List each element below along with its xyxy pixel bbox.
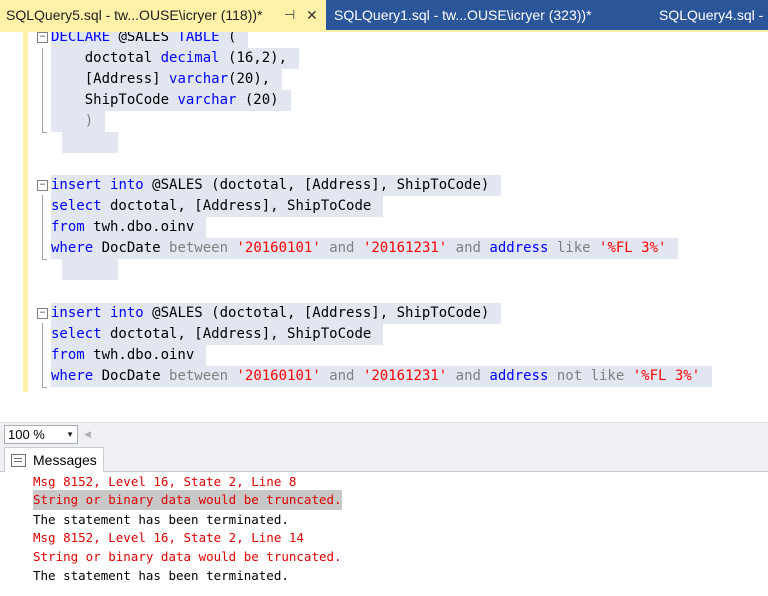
tab-label: SQLQuery5.sql - tw...OUSE\icryer (118))* xyxy=(6,7,263,23)
zoom-dropdown[interactable]: 100 % ▼ xyxy=(4,425,78,444)
fold-guide xyxy=(42,323,43,387)
code-line-11: where DocDate between '20160101' and '20… xyxy=(0,238,679,259)
messages-pane[interactable]: Msg 8152, Level 16, State 2, Line 8 Stri… xyxy=(0,472,768,596)
query-editor[interactable]: − DECLARE @SALES TABLE ( doctotal decima… xyxy=(0,32,768,422)
code-line-15: select doctotal, [Address], ShipToCode xyxy=(0,324,384,345)
code-line-1: − DECLARE @SALES TABLE ( xyxy=(0,32,249,48)
messages-icon xyxy=(11,454,26,467)
close-icon[interactable]: ✕ xyxy=(306,0,318,30)
code-line-9: select doctotal, [Address], ShipToCode xyxy=(0,196,384,217)
tab-messages[interactable]: Messages xyxy=(4,447,104,472)
code-text-blank xyxy=(62,132,118,153)
tab-label: Messages xyxy=(33,452,97,468)
code-text: insert into @SALES (doctotal, [Address],… xyxy=(51,303,502,324)
tab-sqlquery5[interactable]: SQLQuery5.sql - tw...OUSE\icryer (118))*… xyxy=(0,0,326,30)
code-line-3: [Address] varchar(20), xyxy=(0,69,283,90)
collapse-toggle-icon[interactable]: − xyxy=(37,308,48,319)
fold-guide-end xyxy=(42,259,47,260)
document-tab-strip: SQLQuery5.sql - tw...OUSE\icryer (118))*… xyxy=(0,0,768,30)
code-text: select doctotal, [Address], ShipToCode xyxy=(51,196,384,217)
editor-status-bar: 100 % ▼ ◀ xyxy=(0,422,768,445)
pin-icon[interactable]: ⊣ xyxy=(284,0,295,30)
code-line-4: ShipToCode varchar (20) xyxy=(0,90,291,111)
message-line: The statement has been terminated. xyxy=(33,512,289,527)
code-line-17: where DocDate between '20160101' and '20… xyxy=(0,366,713,387)
code-text-blank xyxy=(62,259,118,280)
message-line: The statement has been terminated. xyxy=(33,568,289,583)
code-line-5: ) xyxy=(0,111,106,132)
tab-label: SQLQuery1.sql - tw...OUSE\icryer (323))* xyxy=(334,7,592,23)
tab-label: SQLQuery4.sql - xyxy=(659,7,764,23)
fold-guide xyxy=(42,48,43,132)
code-text: where DocDate between '20160101' and '20… xyxy=(51,366,713,387)
message-line: Msg 8152, Level 16, State 2, Line 8 xyxy=(33,474,297,489)
code-text: doctotal decimal (16,2), xyxy=(51,48,300,69)
code-line-6 xyxy=(0,132,118,153)
code-line-14: − insert into @SALES (doctotal, [Address… xyxy=(0,303,502,324)
code-text: ShipToCode varchar (20) xyxy=(51,90,291,111)
results-tab-strip: Messages xyxy=(0,445,768,472)
code-line-10: from twh.dbo.oinv xyxy=(0,217,207,238)
code-text: DECLARE @SALES TABLE ( xyxy=(51,32,249,48)
collapse-toggle-icon[interactable]: − xyxy=(37,32,48,43)
code-line-12 xyxy=(0,259,118,280)
code-text: insert into @SALES (doctotal, [Address],… xyxy=(51,175,502,196)
code-text: where DocDate between '20160101' and '20… xyxy=(51,238,679,259)
collapse-toggle-icon[interactable]: − xyxy=(37,180,48,191)
code-line-8: − insert into @SALES (doctotal, [Address… xyxy=(0,175,502,196)
fold-guide-end xyxy=(42,132,47,133)
code-text: ) xyxy=(51,111,106,132)
chevron-down-icon[interactable]: ▼ xyxy=(66,426,74,443)
message-line-selected: String or binary data would be truncated… xyxy=(33,490,342,510)
tab-sqlquery4[interactable]: SQLQuery4.sql - xyxy=(659,0,763,30)
code-text: select doctotal, [Address], ShipToCode xyxy=(51,324,384,345)
scroll-left-icon[interactable]: ◀ xyxy=(84,427,94,441)
fold-guide-end xyxy=(42,387,47,388)
message-line: Msg 8152, Level 16, State 2, Line 14 xyxy=(33,530,304,545)
zoom-value: 100 % xyxy=(8,427,45,442)
code-text: from twh.dbo.oinv xyxy=(51,217,207,238)
code-text: from twh.dbo.oinv xyxy=(51,345,207,366)
tab-sqlquery1[interactable]: SQLQuery1.sql - tw...OUSE\icryer (323))* xyxy=(334,0,592,30)
message-line: String or binary data would be truncated… xyxy=(33,549,342,564)
code-line-2: doctotal decimal (16,2), xyxy=(0,48,300,69)
code-line-16: from twh.dbo.oinv xyxy=(0,345,207,366)
fold-guide xyxy=(42,195,43,259)
code-text: [Address] varchar(20), xyxy=(51,69,283,90)
